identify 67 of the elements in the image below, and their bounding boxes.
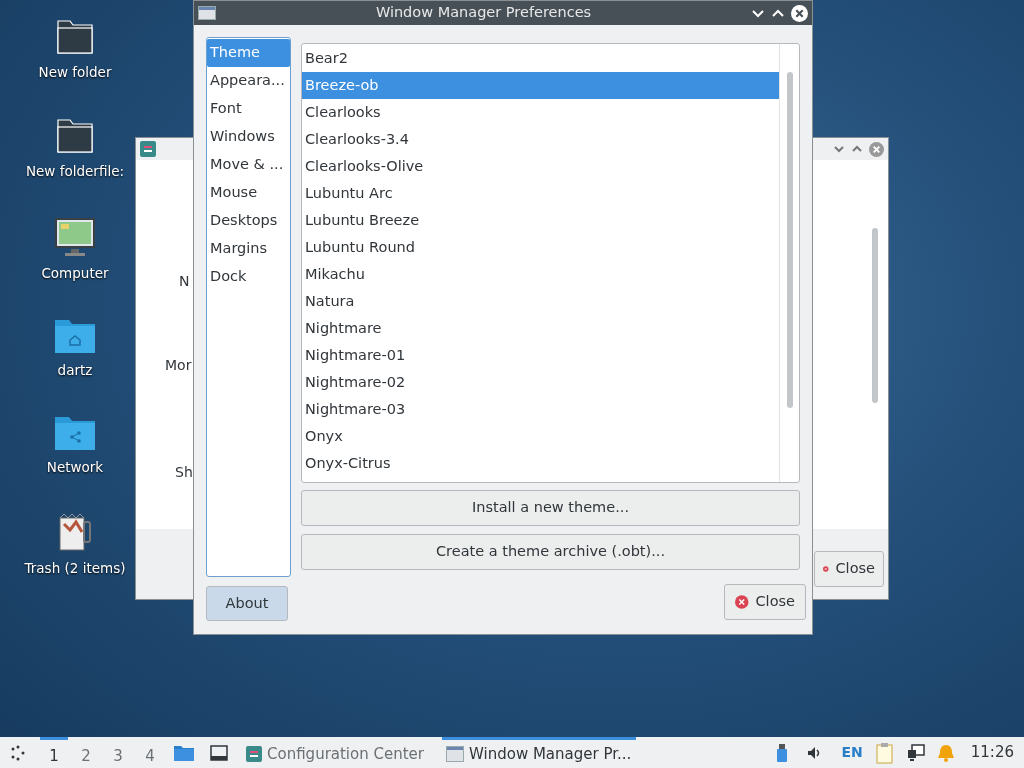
close-button[interactable]: Close bbox=[724, 584, 806, 620]
folder-icon[interactable] bbox=[174, 744, 194, 761]
list-row[interactable]: Lubuntu Round bbox=[302, 234, 779, 261]
list-row[interactable]: Onyx bbox=[302, 423, 779, 450]
category-item[interactable]: Desktops bbox=[207, 207, 290, 235]
install-theme-button[interactable]: Install a new theme... bbox=[301, 490, 800, 526]
close-icon[interactable] bbox=[791, 4, 808, 22]
category-item[interactable]: Move & ... bbox=[207, 151, 290, 179]
workspace-tab[interactable]: 2 bbox=[72, 737, 100, 768]
scrollbar[interactable] bbox=[872, 228, 878, 403]
field-label: N bbox=[179, 272, 190, 291]
chevron-up-icon[interactable] bbox=[851, 144, 863, 154]
keyboard-layout[interactable]: EN bbox=[841, 742, 863, 763]
home-icon[interactable] bbox=[54, 317, 96, 354]
about-button[interactable]: About bbox=[206, 586, 288, 621]
folder-icon[interactable] bbox=[55, 117, 95, 156]
list-row[interactable]: Onyx-Citrus bbox=[302, 450, 779, 477]
icon-label[interactable]: New folderfile: bbox=[25, 161, 124, 182]
chevron-down-icon[interactable] bbox=[751, 8, 765, 18]
chevron-down-icon[interactable] bbox=[833, 144, 845, 154]
list-row[interactable]: Lubuntu Breeze bbox=[302, 207, 779, 234]
computer-icon[interactable] bbox=[54, 216, 96, 257]
category-item[interactable]: Windows bbox=[207, 123, 290, 151]
app-icon bbox=[140, 141, 156, 157]
clock[interactable]: 11:26 bbox=[970, 741, 1014, 764]
icon-label[interactable]: New folder bbox=[38, 62, 112, 83]
task-button[interactable]: Window Manager Pr... bbox=[442, 737, 636, 768]
workspace-tab[interactable]: 3 bbox=[104, 737, 132, 768]
icon-label[interactable]: Network bbox=[46, 457, 104, 478]
chevron-up-icon[interactable] bbox=[771, 8, 785, 18]
list-row[interactable]: Nightmare-01 bbox=[302, 342, 779, 369]
list-row[interactable]: Nightmare-02 bbox=[302, 369, 779, 396]
scrollbar-thumb[interactable] bbox=[787, 72, 793, 408]
network-icon[interactable] bbox=[906, 743, 925, 762]
app-icon bbox=[246, 746, 262, 762]
workspace-tab[interactable]: 4 bbox=[136, 737, 164, 768]
clipboard-icon[interactable] bbox=[874, 741, 895, 764]
list-row[interactable]: Bear2 bbox=[302, 45, 779, 72]
create-archive-button[interactable]: Create a theme archive (.obt)... bbox=[301, 534, 800, 570]
folder-icon[interactable] bbox=[55, 18, 95, 56]
field-label: Mor bbox=[165, 356, 192, 375]
list-row[interactable]: Clearlooks-Olive bbox=[302, 153, 779, 180]
usb-icon[interactable] bbox=[777, 743, 788, 762]
list-row[interactable]: Mikachu bbox=[302, 261, 779, 288]
window-title: Window Manager Preferences bbox=[374, 3, 593, 23]
list-row[interactable]: Nightmare-03 bbox=[302, 396, 779, 423]
category-item[interactable]: Mouse bbox=[207, 179, 290, 207]
list-row[interactable]: Clearlooks-3.4 bbox=[302, 126, 779, 153]
category-item[interactable]: Dock bbox=[207, 263, 290, 291]
icon-label[interactable]: Computer bbox=[41, 262, 109, 283]
close-button[interactable]: Close bbox=[814, 551, 884, 587]
category-item[interactable]: Appeara... bbox=[207, 67, 290, 95]
category-item[interactable]: Font bbox=[207, 95, 290, 123]
window-icon bbox=[198, 6, 216, 20]
list-row[interactable]: Natura bbox=[302, 288, 779, 315]
list-row[interactable]: Clearlooks bbox=[302, 99, 779, 126]
icon-label[interactable]: dartz bbox=[57, 359, 93, 380]
workspace-tab[interactable]: 1 bbox=[40, 737, 68, 768]
list-row[interactable]: Lubuntu Arc bbox=[302, 180, 779, 207]
icon-label[interactable]: Trash (2 items) bbox=[24, 558, 126, 579]
window-icon bbox=[446, 746, 464, 762]
task-button[interactable]: Configuration Center bbox=[242, 737, 438, 768]
list-row[interactable]: Nightmare bbox=[302, 315, 779, 342]
desktop-icon[interactable] bbox=[210, 744, 228, 761]
menu-icon[interactable] bbox=[10, 744, 26, 761]
field-label: Sh bbox=[175, 463, 193, 482]
category-item[interactable]: Margins bbox=[207, 235, 290, 263]
